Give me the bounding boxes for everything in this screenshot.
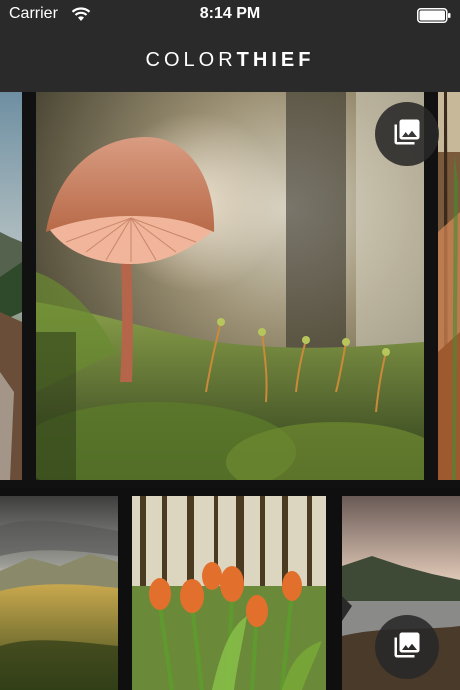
battery-icon — [417, 8, 451, 23]
storm-mountain-valley-photo[interactable] — [0, 496, 118, 690]
photo-carousel[interactable] — [0, 92, 460, 488]
orange-tulips-forest-photo[interactable] — [132, 496, 326, 690]
photo-library-icon — [392, 117, 422, 152]
photo-library-button[interactable] — [375, 615, 439, 679]
coastal-cliffs-photo[interactable] — [0, 92, 22, 480]
clock: 8:14 PM — [199, 5, 261, 22]
app-title-light: COLOR — [145, 49, 237, 71]
autumn-forest-photo[interactable] — [438, 92, 460, 480]
app-title-bold: THIEF — [236, 49, 315, 71]
photo-library-icon — [392, 630, 422, 665]
thumbnail-row[interactable] — [0, 488, 460, 690]
nav-bar: COLORTHIEF — [0, 30, 460, 92]
app-title: COLORTHIEF — [0, 49, 460, 72]
photo-library-button[interactable] — [375, 102, 439, 166]
mushroom-photo[interactable] — [36, 92, 424, 480]
status-bar: Carrier 8:14 PM — [0, 0, 460, 30]
